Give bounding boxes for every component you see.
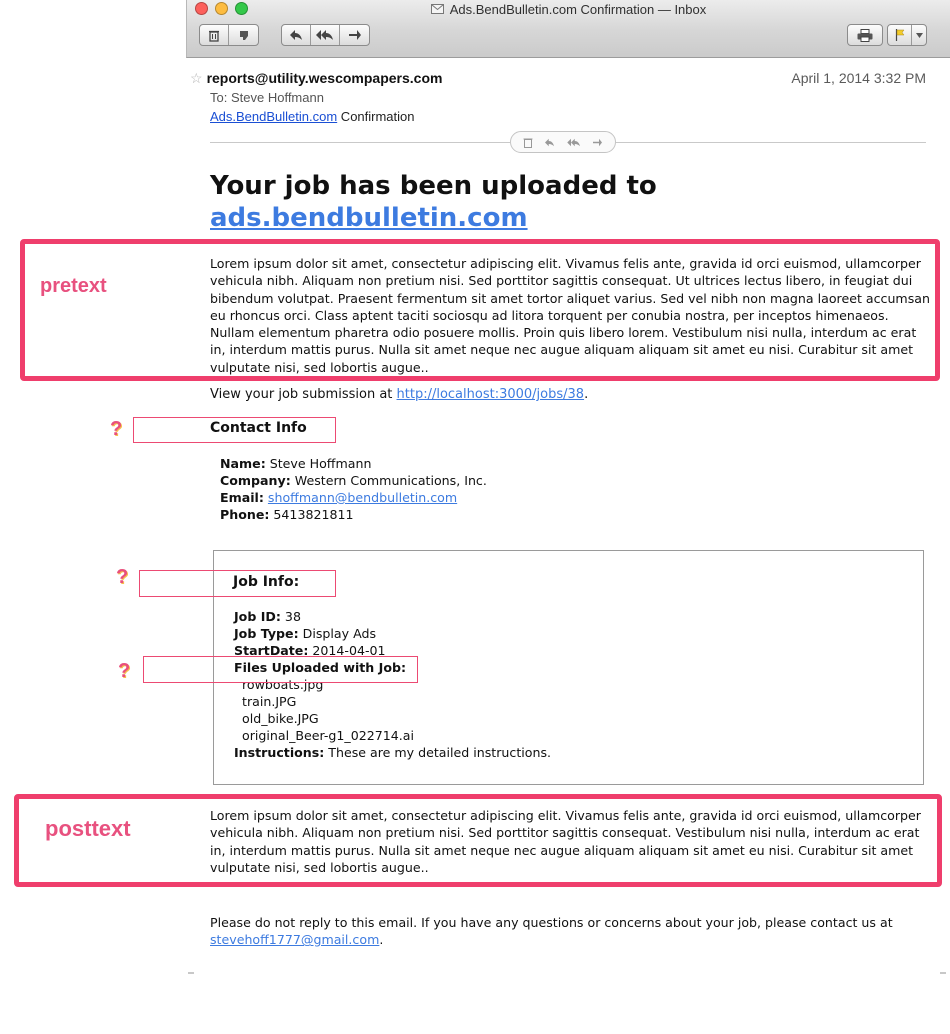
headline: Your job has been uploaded to ads.bendbu… <box>210 170 910 234</box>
corner-mark-left <box>188 972 194 974</box>
inline-action-bar <box>510 131 616 153</box>
contact-company: Western Communications, Inc. <box>290 473 487 488</box>
flag-icon <box>895 29 905 41</box>
contact-phone: 5413821811 <box>269 507 354 522</box>
pretext-annotation-box <box>20 239 940 381</box>
email-label: Email: <box>220 490 264 505</box>
subject-line: Ads.BendBulletin.com Confirmation <box>210 109 415 124</box>
phone-label: Phone: <box>220 507 270 522</box>
file-item: original_Beer-g1_022714.ai <box>242 728 415 743</box>
job-id-label: Job ID: <box>234 609 281 624</box>
job-submission-link[interactable]: http://localhost:3000/jobs/38 <box>397 387 585 402</box>
job-type: Display Ads <box>298 626 377 641</box>
chevron-down-icon <box>915 32 923 38</box>
name-label: Name: <box>220 456 266 471</box>
posttext-annotation-box <box>14 794 942 887</box>
flag-menu-button[interactable] <box>912 25 926 45</box>
contact-name: Steve Hoffmann <box>265 456 372 471</box>
job-info-block: Job ID: 38 Job Type: Display Ads StartDa… <box>234 608 834 761</box>
footer-note: Please do not reply to this email. If yo… <box>210 914 930 949</box>
job-id-row: Job ID: 38 <box>234 608 834 625</box>
files-label-annotation <box>143 656 418 683</box>
delete-junk-group <box>199 24 259 46</box>
forward-button[interactable] <box>340 25 369 45</box>
print-button[interactable] <box>848 25 882 45</box>
contact-name-row: Name: Steve Hoffmann <box>220 455 620 472</box>
subject-rest: Confirmation <box>337 109 415 124</box>
to-label: To: <box>210 90 228 105</box>
reply-forward-group <box>281 24 370 46</box>
company-label: Company: <box>220 473 291 488</box>
reply-icon <box>290 30 302 40</box>
recipient-name[interactable]: Steve Hoffmann <box>231 90 324 105</box>
reply-all-button[interactable] <box>311 25 340 45</box>
instructions-row: Instructions: These are my detailed inst… <box>234 744 834 761</box>
contact-phone-row: Phone: 5413821811 <box>220 506 620 523</box>
question-mark-2: ? <box>116 566 129 588</box>
delete-button[interactable] <box>200 25 229 45</box>
posttext-annotation-label: posttext <box>45 816 131 841</box>
footer-email-link[interactable]: stevehoff1777@gmail.com <box>210 932 379 947</box>
view-prefix: View your job submission at <box>210 387 397 402</box>
reply-all-icon[interactable] <box>567 138 581 147</box>
trash-icon <box>209 30 219 42</box>
window-title: Ads.BendBulletin.com Confirmation — Inbo… <box>187 0 950 18</box>
question-mark-1: ? <box>110 418 123 440</box>
view-suffix: . <box>584 387 589 402</box>
reply-icon[interactable] <box>544 138 555 147</box>
window-title-text: Ads.BendBulletin.com Confirmation — Inbo… <box>449 1 707 17</box>
contact-email-row: Email: shoffmann@bendbulletin.com <box>220 489 620 506</box>
job-type-row: Job Type: Display Ads <box>234 625 834 642</box>
forward-icon[interactable] <box>592 138 603 147</box>
contact-company-row: Company: Western Communications, Inc. <box>220 472 620 489</box>
subject-link[interactable]: Ads.BendBulletin.com <box>210 109 337 124</box>
headline-link[interactable]: ads.bendbulletin.com <box>210 203 528 233</box>
headline-text: Your job has been uploaded to <box>210 171 657 201</box>
file-item: old_bike.JPG <box>242 711 319 726</box>
star-icon[interactable]: ☆ <box>190 71 203 85</box>
job-id: 38 <box>280 609 301 624</box>
envelope-icon <box>430 4 444 14</box>
corner-mark-right <box>940 972 946 974</box>
flag-button[interactable] <box>888 25 912 45</box>
contact-info-block: Name: Steve Hoffmann Company: Western Co… <box>220 455 620 523</box>
reply-button[interactable] <box>282 25 311 45</box>
print-icon <box>857 28 873 42</box>
message-date: April 1, 2014 3:32 PM <box>791 70 926 86</box>
trash-icon[interactable] <box>523 137 533 148</box>
junk-button[interactable] <box>229 25 258 45</box>
contact-heading-annotation <box>133 417 336 443</box>
reply-all-icon <box>316 30 333 40</box>
footer-text: Please do not reply to this email. If yo… <box>210 915 893 930</box>
instructions-label: Instructions: <box>234 745 325 760</box>
contact-email-link[interactable]: shoffmann@bendbulletin.com <box>268 490 457 505</box>
question-mark-3: ? <box>118 660 131 682</box>
print-group <box>847 24 883 46</box>
job-heading-annotation <box>139 570 336 597</box>
job-type-label: Job Type: <box>234 626 299 641</box>
sender-address[interactable]: reports@utility.wescompapers.com <box>207 70 443 86</box>
header-divider-left <box>210 142 510 143</box>
file-item: train.JPG <box>242 694 297 709</box>
window-titlebar: Ads.BendBulletin.com Confirmation — Inbo… <box>186 0 950 58</box>
footer-suffix: . <box>379 932 384 948</box>
header-divider-right <box>616 142 926 143</box>
pretext-annotation-label: pretext <box>40 275 107 297</box>
flag-group <box>887 24 927 46</box>
view-submission-line: View your job submission at http://local… <box>210 386 588 403</box>
junk-icon <box>239 31 248 40</box>
instructions-text: These are my detailed instructions. <box>324 745 552 760</box>
forward-icon <box>348 30 361 40</box>
to-line: To: Steve Hoffmann <box>210 90 324 105</box>
